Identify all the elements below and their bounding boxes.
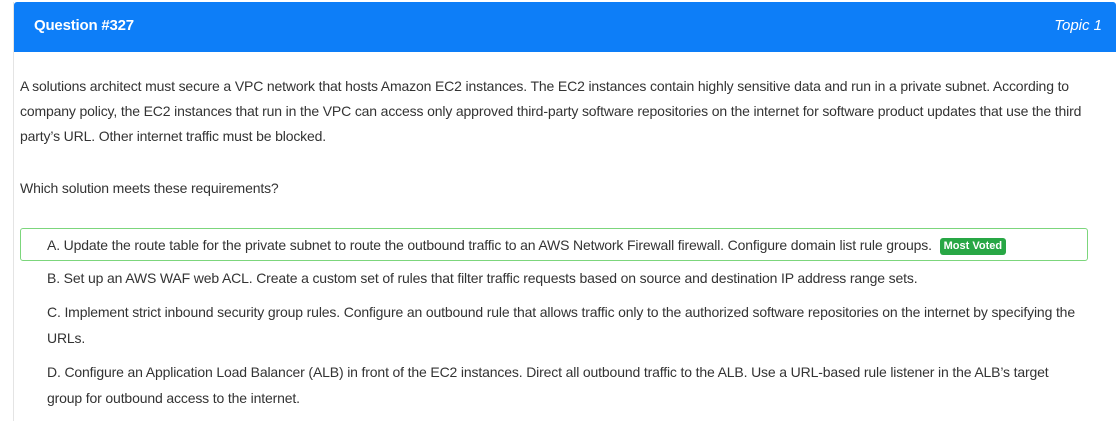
choice-c[interactable]: C. Implement strict inbound security gro… — [20, 295, 1088, 355]
choice-b[interactable]: B. Set up an AWS WAF web ACL. Create a c… — [20, 261, 1088, 295]
question-text: A solutions architect must secure a VPC … — [20, 74, 1090, 149]
question-paragraph: A solutions architect must secure a VPC … — [20, 78, 1082, 144]
choice-a[interactable]: A. Update the route table for the privat… — [20, 228, 1088, 261]
question-number: Question #327 — [34, 17, 134, 34]
topic-label: Topic 1 — [1054, 17, 1102, 34]
choice-c-text: C. Implement strict inbound security gro… — [47, 304, 1075, 346]
choice-d[interactable]: D. Configure an Application Load Balance… — [20, 355, 1088, 415]
question-header: Question #327 Topic 1 — [14, 2, 1116, 52]
choice-a-text: A. Update the route table for the privat… — [47, 237, 932, 253]
most-voted-badge: Most Voted — [939, 238, 1007, 255]
choices-list: A. Update the route table for the privat… — [20, 228, 1088, 415]
choice-b-text: B. Set up an AWS WAF web ACL. Create a c… — [47, 270, 918, 286]
question-prompt: Which solution meets these requirements? — [20, 180, 279, 196]
question-body: A solutions architect must secure a VPC … — [20, 74, 1090, 149]
choice-d-text: D. Configure an Application Load Balance… — [47, 364, 1049, 406]
